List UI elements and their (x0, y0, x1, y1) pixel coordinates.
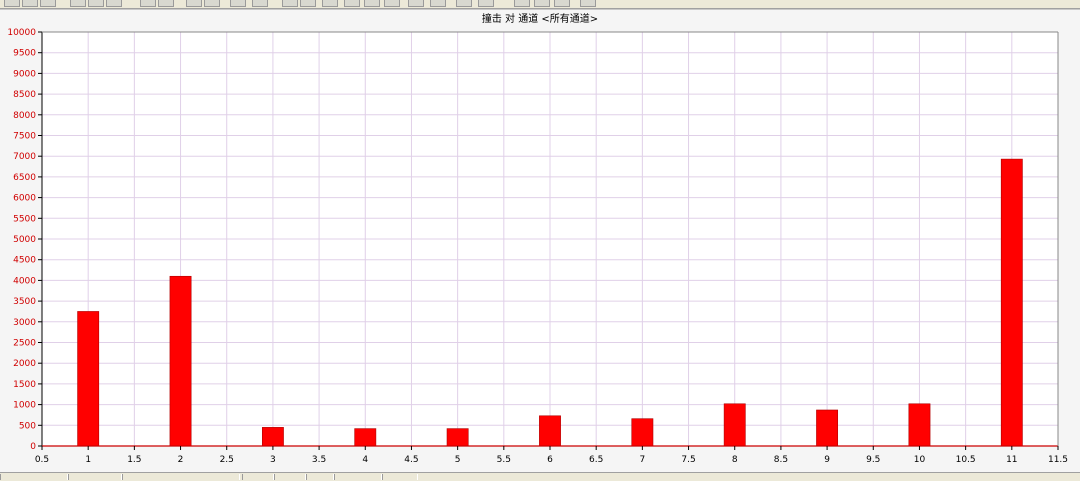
y-tick-label: 1000 (13, 401, 36, 411)
x-tick-label: 5.5 (497, 455, 511, 465)
bar (77, 311, 100, 447)
grid (41, 31, 1059, 447)
status-cell (334, 474, 382, 480)
y-tick-label: 500 (19, 421, 36, 431)
x-tick-label: 11 (1006, 455, 1017, 465)
x-tick-label: 8 (732, 455, 738, 465)
status-cell (274, 474, 306, 480)
x-tick-label: 2 (178, 455, 184, 465)
x-tick-label: 4.5 (404, 455, 418, 465)
x-tick-label: 10 (914, 455, 926, 465)
status-cell (306, 474, 334, 480)
bar (631, 418, 654, 447)
status-cell (382, 474, 418, 480)
y-tick-label: 0 (30, 442, 36, 452)
y-tick-label: 2500 (13, 339, 36, 349)
y-tick-label: 7000 (13, 152, 36, 162)
bar (261, 427, 284, 447)
bar-chart: 0 500 1000 1500 2000 2500 3000 3500 4000 4500 5000… (7, 28, 1068, 465)
x-tick-label: 1.5 (127, 455, 141, 465)
y-tick-label: 8000 (13, 111, 36, 121)
x-tick-label: 1 (85, 455, 91, 465)
x-tick-label: 7 (639, 455, 645, 465)
x-tick-label: 8.5 (774, 455, 788, 465)
x-tick-label: 0.5 (35, 455, 49, 465)
y-tick-label: 3500 (13, 297, 36, 307)
status-cell (68, 474, 122, 480)
x-tick-label: 9 (824, 455, 830, 465)
x-tick-label: 2.5 (220, 455, 234, 465)
y-tick-label: 4000 (13, 276, 36, 286)
bar (908, 403, 931, 447)
bar (1000, 158, 1023, 447)
bar (539, 415, 561, 447)
status-cell (0, 474, 68, 480)
bar (169, 275, 192, 447)
y-tick-label: 9500 (13, 49, 36, 59)
y-tick-label: 7500 (13, 132, 36, 142)
y-tick-label: 6500 (13, 173, 36, 183)
x-tick-label: 6.5 (589, 455, 603, 465)
x-tick-label: 4 (362, 455, 368, 465)
y-tick-label: 6000 (13, 194, 36, 204)
x-tick-label: 7.5 (681, 455, 695, 465)
y-tick-label: 5500 (13, 214, 36, 224)
y-tick-label: 8500 (13, 90, 36, 100)
y-tick-label: 10000 (7, 28, 36, 38)
x-tick-label: 5 (455, 455, 461, 465)
x-axis-ticks: 0.5 1 1.5 2 2.5 3 3.5 4 4.5 5 5.5 6 6.5 7 7.5 8 8.5 9 9.5 1… (35, 446, 1068, 465)
x-tick-label: 3.5 (312, 455, 326, 465)
bar (816, 409, 839, 447)
x-tick-label: 6 (547, 455, 553, 465)
x-tick-label: 11.5 (1048, 455, 1068, 465)
x-tick-label: 10.5 (956, 455, 976, 465)
x-tick-label: 9.5 (866, 455, 880, 465)
y-tick-label: 1500 (13, 380, 36, 390)
status-cell (242, 474, 274, 480)
bar (354, 428, 377, 447)
status-cell (122, 474, 240, 480)
x-tick-label: 3 (270, 455, 276, 465)
y-tick-label: 3000 (13, 318, 36, 328)
y-tick-label: 4500 (13, 256, 36, 266)
y-tick-label: 5000 (13, 235, 36, 245)
y-tick-label: 9000 (13, 69, 36, 79)
y-tick-label: 2000 (13, 359, 36, 369)
bar (723, 403, 746, 447)
bar (446, 428, 469, 447)
y-axis-ticks: 0 500 1000 1500 2000 2500 3000 3500 4000 4500 5000… (7, 28, 42, 452)
